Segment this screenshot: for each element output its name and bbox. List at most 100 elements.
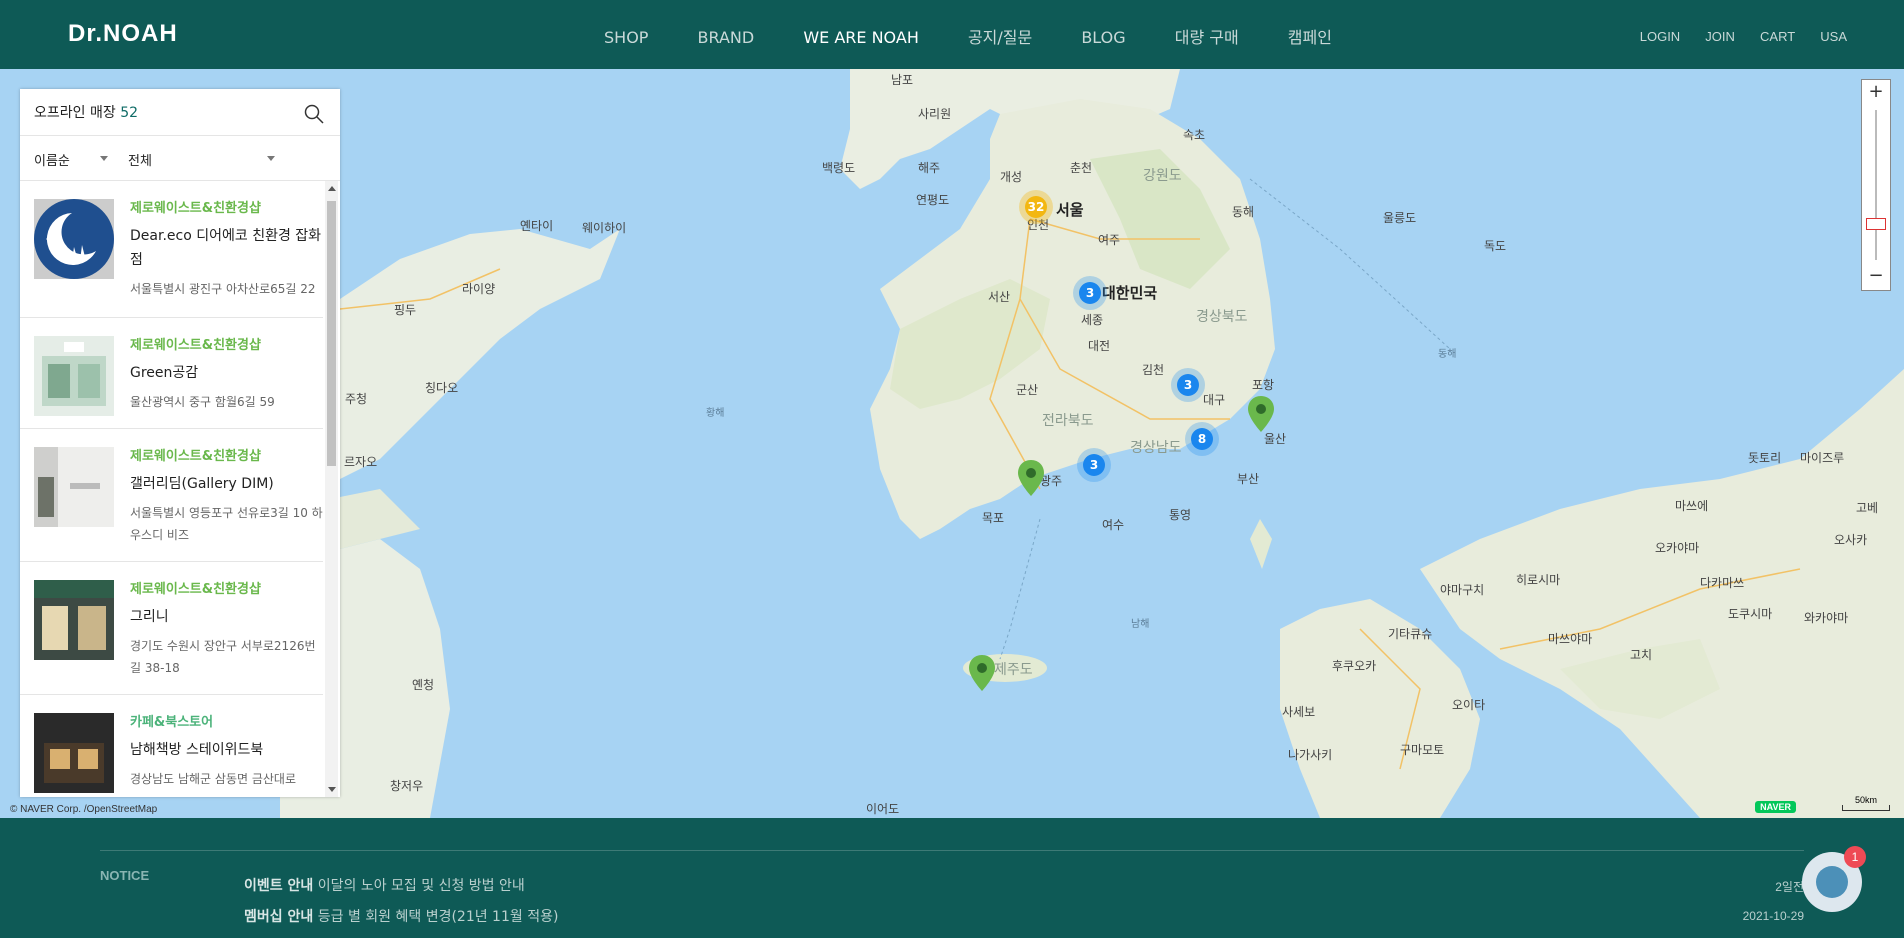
- scroll-down-icon[interactable]: [328, 787, 336, 792]
- sort-select[interactable]: 이름순: [34, 150, 70, 169]
- zoom-control: + −: [1861, 79, 1891, 291]
- map-credit[interactable]: © NAVER Corp. /OpenStreetMap: [10, 804, 157, 815]
- label-gaeseong: 개성: [1000, 170, 1023, 184]
- country-link[interactable]: USA: [1820, 29, 1847, 44]
- chat-bot-icon: [1816, 866, 1848, 898]
- label-jeju: 제주도: [994, 662, 1033, 678]
- list-item[interactable]: 제로웨이스트&친환경샵 Dear.eco 디어에코 친환경 잡화점 서울특별시 …: [20, 181, 323, 318]
- label-korea: 대한민국: [1102, 284, 1158, 302]
- chat-badge: 1: [1844, 846, 1866, 868]
- map-cluster-yeosu[interactable]: 3: [1077, 448, 1111, 482]
- list-item[interactable]: 제로웨이스트&친환경샵 그리니 경기도 수원시 장안구 서부로2126번길 38…: [20, 562, 323, 695]
- notice-date: 2021-10-29: [1742, 909, 1804, 923]
- map-pin-jeju[interactable]: [969, 655, 995, 691]
- label-ulsan: 울산: [1264, 432, 1287, 446]
- label-tokushima: 도쿠시마: [1728, 607, 1773, 621]
- store-thumbnail: [34, 447, 114, 527]
- store-category: 제로웨이스트&친환경샵: [130, 338, 261, 353]
- label-tongyeong: 통영: [1169, 508, 1192, 522]
- label-rizhao: 르자오: [344, 455, 378, 469]
- label-pingdu: 핑두: [394, 303, 417, 317]
- label-nagasaki: 나가사키: [1288, 748, 1333, 762]
- label-matsuyama: 마쓰야마: [1548, 632, 1593, 646]
- label-jeonbuk: 전라북도: [1042, 413, 1094, 429]
- zoom-slider-track[interactable]: [1875, 110, 1877, 260]
- notice-row[interactable]: 멤버십 안내 등급 별 회원 혜택 변경(21년 11월 적용): [244, 906, 558, 926]
- label-seosan: 서산: [988, 290, 1011, 304]
- store-address: 서울특별시 영등포구 선유로3길 10 하우스디 비즈: [130, 506, 323, 542]
- label-busan: 부산: [1237, 472, 1260, 486]
- panel-header: 오프라인 매장 52: [20, 89, 340, 136]
- label-yeonpyeong: 연평도: [916, 193, 950, 207]
- zoom-out-button[interactable]: −: [1862, 264, 1890, 290]
- label-yeoju: 여주: [1098, 233, 1121, 247]
- list-item[interactable]: 카페&북스토어 남해책방 스테이위드북 경상남도 남해군 삼동면 금산대로: [20, 695, 323, 797]
- label-tottori: 돗토리: [1748, 451, 1782, 465]
- zoom-slider-handle[interactable]: [1866, 218, 1886, 230]
- label-mokpo: 목포: [982, 511, 1005, 525]
- label-kumamoto: 구마모토: [1400, 743, 1445, 757]
- label-east-sea: 동해: [1438, 349, 1457, 360]
- chevron-down-icon[interactable]: [100, 156, 108, 161]
- label-qingdao: 칭다오: [425, 381, 459, 395]
- label-laiyang: 라이양: [462, 282, 496, 296]
- label-yamaguchi: 야마구치: [1440, 583, 1485, 597]
- site-header: Dr.NOAH SHOP BRAND WE ARE NOAH 공지/질문 BLO…: [0, 0, 1904, 69]
- naver-logo[interactable]: NAVER: [1755, 801, 1796, 813]
- store-thumbnail: [34, 580, 114, 660]
- store-category: 제로웨이스트&친환경샵: [130, 582, 261, 597]
- notice-section: NOTICE 이벤트 안내 이달의 노아 모집 및 신청 방법 안내 2일전 멤…: [0, 818, 1904, 938]
- map-cluster-seoul[interactable]: 32: [1019, 190, 1053, 224]
- label-south-sea: 남해: [1131, 619, 1150, 630]
- chevron-down-icon[interactable]: [267, 156, 275, 161]
- label-gyeongbuk: 경상북도: [1196, 309, 1248, 325]
- list-scrollbar[interactable]: [325, 181, 338, 797]
- map-pin-gwangju[interactable]: [1018, 460, 1044, 496]
- label-haeju: 해주: [918, 161, 941, 175]
- label-kochi: 고치: [1630, 648, 1653, 662]
- list-item[interactable]: 제로웨이스트&친환경샵 Green공감 울산광역시 중구 함월6길 59: [20, 318, 323, 429]
- label-takamatsu: 다카마쓰: [1700, 576, 1745, 590]
- category-select[interactable]: 전체: [128, 150, 152, 169]
- list-item[interactable]: 제로웨이스트&친환경샵 갤러리딤(Gallery DIM) 서울특별시 영등포구…: [20, 429, 323, 562]
- label-gunsan: 군산: [1016, 383, 1039, 397]
- store-list[interactable]: 제로웨이스트&친환경샵 Dear.eco 디어에코 친환경 잡화점 서울특별시 …: [20, 181, 323, 797]
- label-okayama: 오카야마: [1655, 541, 1700, 555]
- nav-blog[interactable]: BLOG: [1081, 28, 1125, 47]
- search-icon[interactable]: [304, 104, 324, 124]
- login-link[interactable]: LOGIN: [1640, 29, 1680, 44]
- map-cluster-daegu[interactable]: 3: [1171, 368, 1205, 402]
- label-sariwon: 사리원: [918, 107, 952, 121]
- store-list-panel: 오프라인 매장 52 이름순 전체 제로웨이스트&친환경샵 Dear.eco 디…: [20, 89, 340, 797]
- map-pin-ulsan[interactable]: [1248, 396, 1274, 432]
- label-osaka: 오사카: [1834, 533, 1868, 547]
- nav-we-are-noah[interactable]: WE ARE NOAH: [803, 28, 919, 47]
- store-thumbnail: [34, 336, 114, 416]
- nav-shop[interactable]: SHOP: [604, 28, 648, 47]
- label-pohang: 포항: [1252, 378, 1275, 392]
- label-weihai: 웨이하이: [582, 221, 627, 235]
- scroll-up-icon[interactable]: [328, 186, 336, 191]
- notice-heading: NOTICE: [100, 868, 150, 883]
- logo[interactable]: Dr.NOAH: [68, 20, 178, 48]
- label-gimcheon: 김천: [1142, 363, 1165, 377]
- store-name: Dear.eco 디어에코 친환경 잡화점: [130, 228, 322, 268]
- divider: [100, 850, 1804, 851]
- label-zhucheng: 주청: [345, 392, 368, 406]
- nav-brand[interactable]: BRAND: [698, 28, 755, 47]
- map-cluster-busan[interactable]: 8: [1185, 422, 1219, 456]
- store-count-title: 오프라인 매장 52: [34, 105, 139, 121]
- nav-bulk[interactable]: 대량 구매: [1175, 24, 1239, 48]
- nav-campaign[interactable]: 캠페인: [1288, 24, 1332, 48]
- label-yantai: 옌타이: [520, 219, 554, 233]
- scrollbar-thumb[interactable]: [327, 201, 336, 466]
- notice-row[interactable]: 이벤트 안내 이달의 노아 모집 및 신청 방법 안내: [244, 875, 525, 895]
- nav-notice[interactable]: 공지/질문: [968, 24, 1032, 48]
- join-link[interactable]: JOIN: [1705, 29, 1735, 44]
- store-category: 카페&북스토어: [130, 715, 214, 730]
- zoom-in-button[interactable]: +: [1862, 80, 1890, 106]
- map-cluster-daejeon[interactable]: 3: [1073, 276, 1107, 310]
- chat-button[interactable]: 1: [1802, 846, 1866, 912]
- store-thumbnail: [34, 199, 114, 279]
- cart-link[interactable]: CART: [1760, 29, 1795, 44]
